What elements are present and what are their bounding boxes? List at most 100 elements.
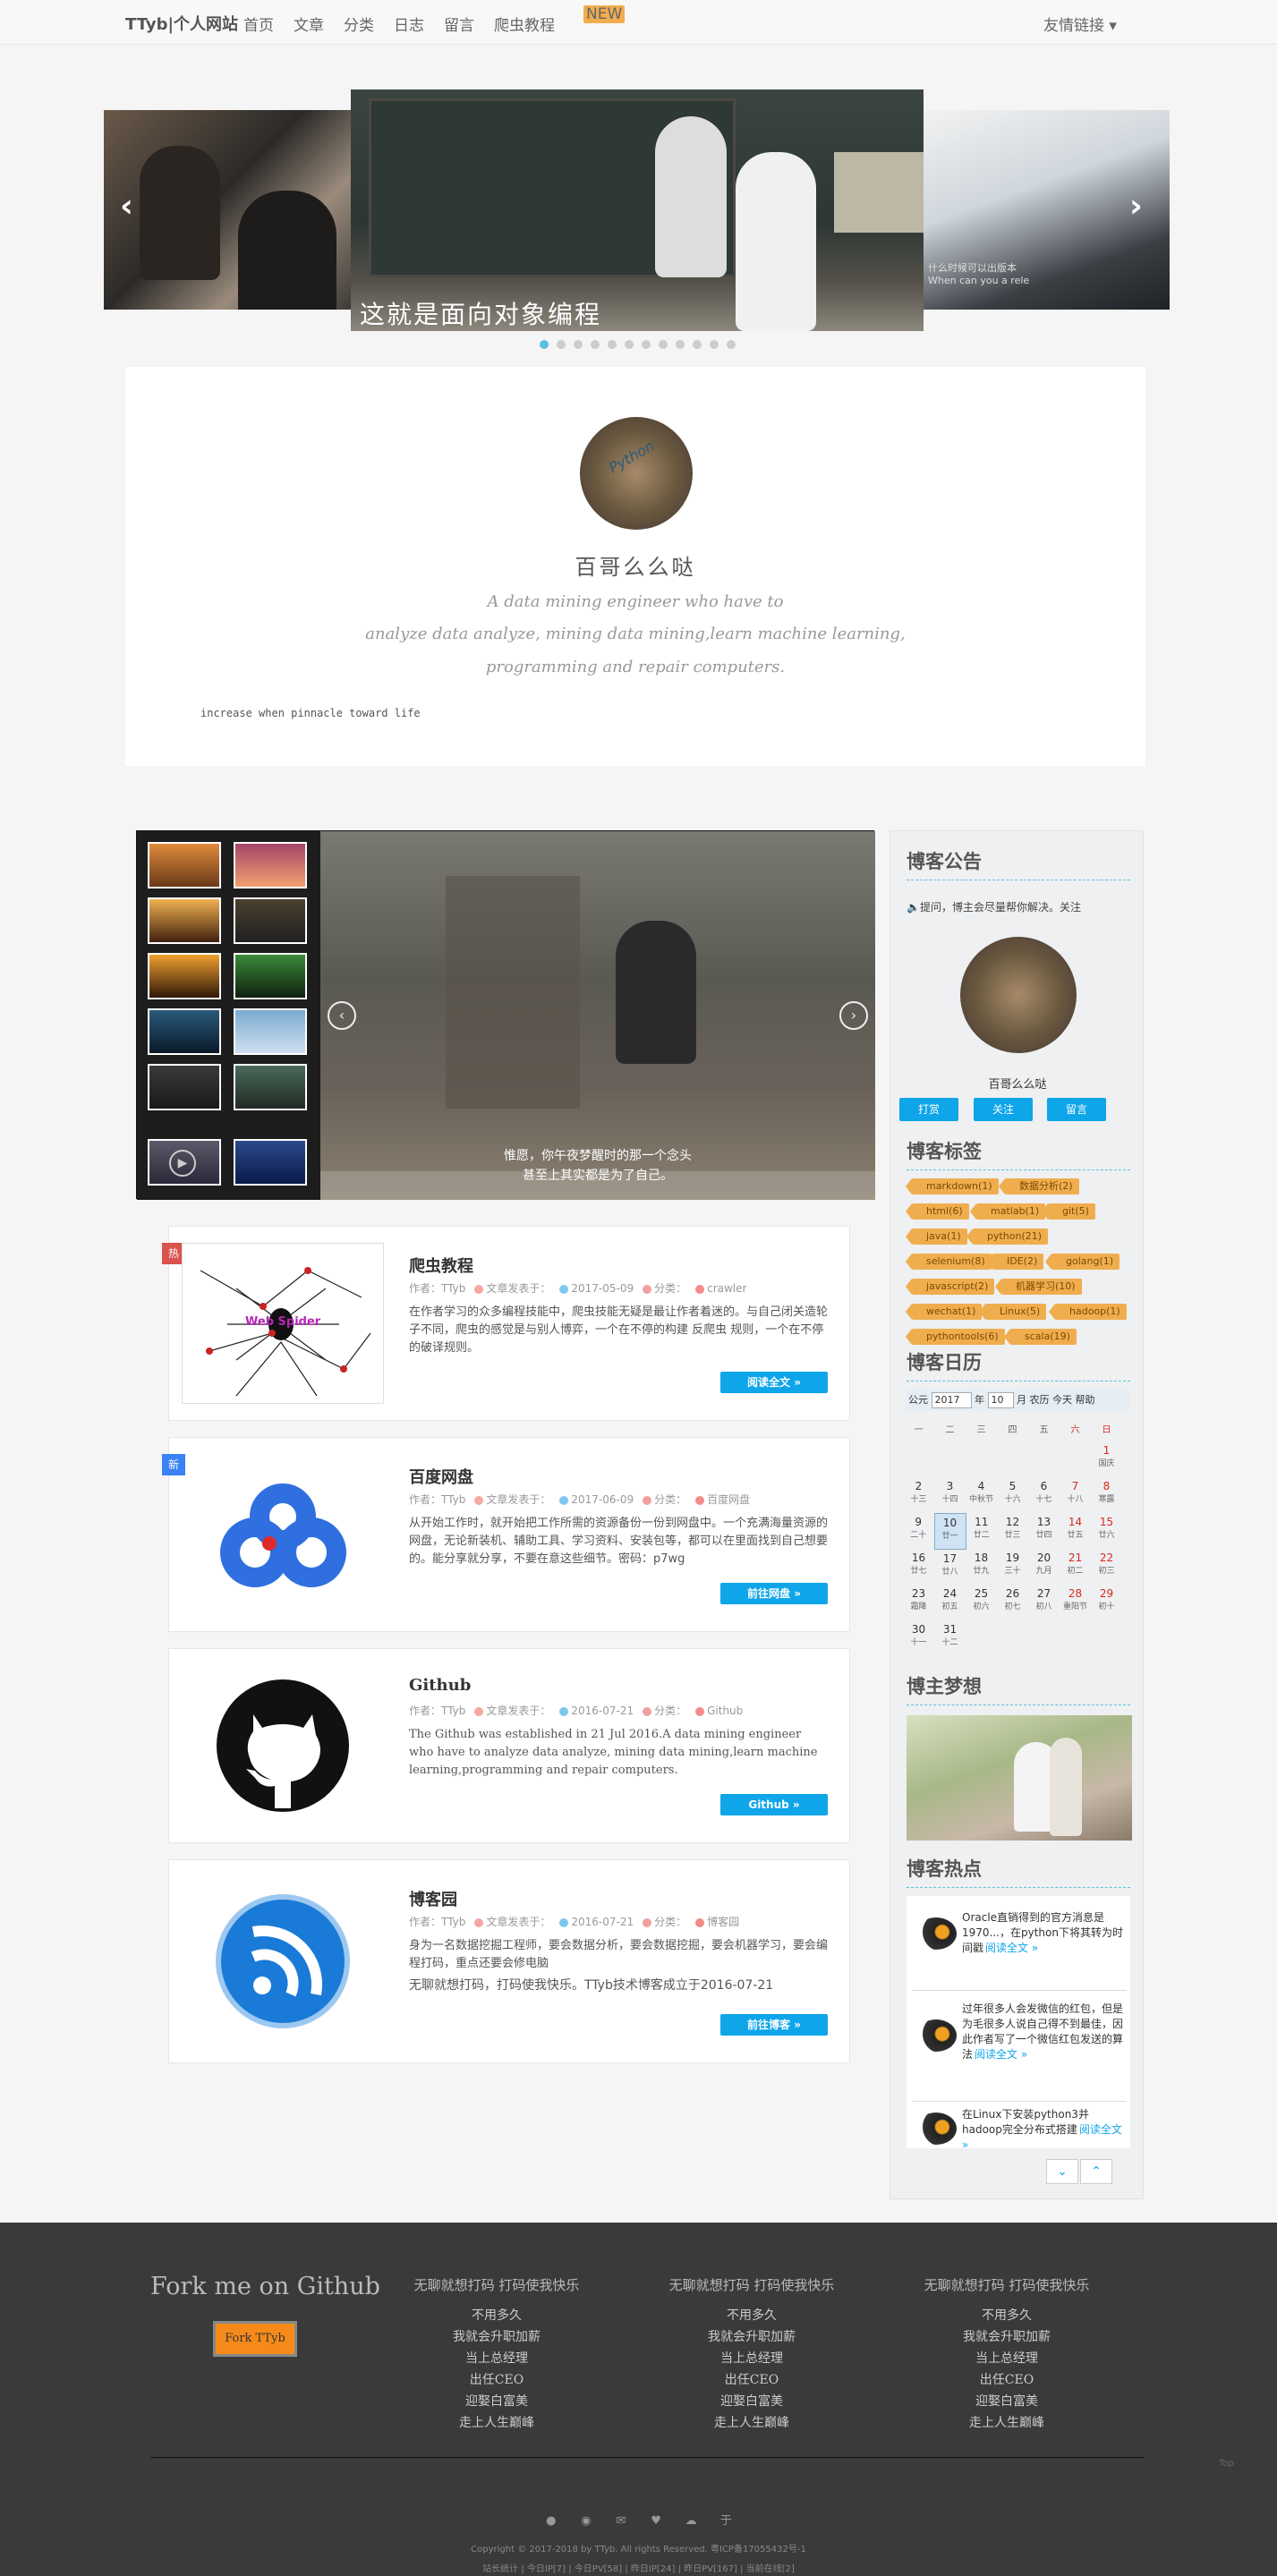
gallery-thumb[interactable] — [234, 897, 307, 944]
post-category[interactable]: Github — [707, 1705, 743, 1717]
calendar-day[interactable]: 12 廿三 — [997, 1513, 1028, 1549]
go-blog-button[interactable]: 前往博客 » — [720, 2014, 828, 2036]
tag-item[interactable]: wechat(1) — [905, 1304, 983, 1320]
post-author[interactable]: TTyb — [441, 1493, 465, 1506]
hot-read-more[interactable]: 阅读全文 » — [975, 2048, 1027, 2061]
fork-button[interactable]: Fork TTyb — [213, 2321, 297, 2357]
tag-item[interactable]: 数据分析(2) — [999, 1178, 1079, 1194]
today-link[interactable]: 今天 — [1052, 1394, 1072, 1406]
hot-item[interactable]: Oracle直销得到的官方消息是1970...，在python下将其转为时间戳阅… — [912, 1905, 1127, 1991]
gallery-thumb[interactable] — [148, 842, 221, 888]
gallery-thumb[interactable] — [148, 1008, 221, 1055]
hot-item[interactable]: 过年很多人会发微信的红包，但是为毛很多人说自己得不到最佳，因此作者写了一个微信红… — [912, 1998, 1127, 2102]
post-title[interactable]: 博客园 — [409, 1887, 457, 1910]
scroll-down-button[interactable]: ⌄ — [1046, 2159, 1078, 2184]
scroll-up-button[interactable]: ⌃ — [1080, 2159, 1112, 2184]
calendar-day[interactable]: 29 初十 — [1091, 1585, 1122, 1620]
donate-button[interactable]: 打赏 — [899, 1098, 958, 1121]
carousel-dot[interactable] — [642, 340, 651, 349]
calendar-day[interactable]: 5 十六 — [997, 1477, 1028, 1513]
calendar-day[interactable]: 11 廿二 — [966, 1513, 997, 1549]
calendar-day[interactable]: 23 霜降 — [903, 1585, 934, 1620]
tag-item[interactable]: matlab(1) — [969, 1203, 1046, 1220]
carousel-dot[interactable] — [608, 340, 617, 349]
gallery-thumb[interactable] — [234, 1008, 307, 1055]
calendar-day[interactable]: 27 初八 — [1028, 1585, 1060, 1620]
post-author[interactable]: TTyb — [441, 1705, 465, 1717]
wechat-icon[interactable]: ● — [543, 2514, 559, 2528]
post-author[interactable]: TTyb — [441, 1282, 465, 1295]
gallery-thumb[interactable] — [234, 1064, 307, 1110]
carousel-dot[interactable] — [659, 340, 668, 349]
post-category[interactable]: 百度网盘 — [707, 1493, 750, 1506]
gallery-thumb[interactable] — [234, 953, 307, 999]
friend-links-dropdown[interactable]: 友情链接 ▾ — [1043, 13, 1117, 35]
calendar-day[interactable]: 14 廿五 — [1060, 1513, 1091, 1549]
github-icon[interactable]: ◉ — [578, 2514, 594, 2528]
baidu-cloud-icon[interactable] — [182, 1454, 384, 1615]
carousel-dot[interactable] — [710, 340, 719, 349]
cloud-icon[interactable]: ☁ — [683, 2514, 699, 2528]
post-thumbnail[interactable]: Web Spider — [182, 1243, 384, 1404]
calendar-day[interactable]: 24 初五 — [934, 1585, 966, 1620]
tag-item[interactable]: Linux(5) — [978, 1304, 1047, 1320]
calendar-day[interactable]: 2 十三 — [903, 1477, 934, 1513]
calendar-day[interactable]: 13 廿四 — [1028, 1513, 1060, 1549]
calendar-day[interactable]: 4 中秋节 — [966, 1477, 997, 1513]
nav-logs[interactable]: 日志 — [394, 13, 424, 35]
tag-item[interactable]: python(21) — [966, 1228, 1049, 1245]
hot-item[interactable]: 在Linux下安装python3并hadoop完全分布式搭建 阅读全文 » — [912, 2107, 1127, 2161]
nav-crawler[interactable]: 爬虫教程 NEW — [494, 5, 635, 35]
carousel-main-slide[interactable]: 这就是面向对象编程 — [351, 89, 924, 331]
year-select[interactable]: 2017 — [931, 1392, 972, 1408]
nav-messages[interactable]: 留言 — [444, 13, 474, 35]
carousel-dot[interactable] — [727, 340, 736, 349]
gallery-prev-icon[interactable]: ‹ — [328, 1001, 356, 1030]
go-netdisk-button[interactable]: 前往网盘 » — [720, 1583, 828, 1604]
read-more-button[interactable]: 阅读全文 » — [720, 1372, 828, 1393]
message-button[interactable]: 留言 — [1047, 1098, 1106, 1121]
calendar-day[interactable]: 6 十七 — [1028, 1477, 1060, 1513]
post-title[interactable]: 百度网盘 — [409, 1465, 473, 1488]
github-icon[interactable] — [182, 1665, 384, 1826]
post-title[interactable]: Github — [409, 1676, 471, 1695]
calendar-day[interactable]: 26 初七 — [997, 1585, 1028, 1620]
tag-item[interactable]: 机器学习(10) — [995, 1279, 1082, 1295]
tag-item[interactable]: html(6) — [906, 1203, 969, 1220]
post-category[interactable]: 博客园 — [707, 1916, 739, 1928]
calendar-day[interactable]: 17 廿八 — [934, 1549, 966, 1585]
post-category[interactable]: crawler — [707, 1282, 746, 1295]
github-button[interactable]: Github » — [720, 1794, 828, 1815]
gallery-play-icon[interactable]: ▶ — [169, 1150, 196, 1177]
calendar-day[interactable]: 28 重阳节 — [1060, 1585, 1091, 1620]
calendar-day[interactable]: 19 三十 — [997, 1549, 1028, 1585]
hot-read-more[interactable]: 阅读全文 » — [985, 1942, 1038, 1954]
calendar-day[interactable]: 21 初二 — [1060, 1549, 1091, 1585]
calendar-day[interactable]: 15 廿六 — [1091, 1513, 1122, 1549]
rss-icon[interactable] — [182, 1876, 384, 2046]
calendar-day[interactable]: 31 十二 — [934, 1620, 966, 1656]
calendar-day[interactable]: 22 初三 — [1091, 1549, 1122, 1585]
gallery-next-icon[interactable]: › — [839, 1001, 868, 1030]
gallery-thumb[interactable] — [148, 953, 221, 999]
tag-item[interactable]: IDE(2) — [985, 1254, 1044, 1270]
calendar-day[interactable]: 9 二十 — [903, 1513, 934, 1549]
nav-articles[interactable]: 文章 — [294, 13, 324, 35]
tag-item[interactable]: git(5) — [1042, 1203, 1095, 1220]
nav-home[interactable]: 首页 — [243, 13, 274, 35]
gallery-thumb[interactable] — [148, 1064, 221, 1110]
calendar-day[interactable]: 1 国庆 — [1091, 1441, 1122, 1477]
mail-icon[interactable]: ✉ — [613, 2514, 629, 2528]
calendar-day[interactable]: 18 廿九 — [966, 1549, 997, 1585]
brand-link[interactable]: TTyb|个人网站 — [125, 12, 238, 35]
carousel-dot[interactable] — [625, 340, 634, 349]
carousel-dot[interactable] — [676, 340, 685, 349]
calendar-day[interactable]: 8 寒露 — [1091, 1477, 1122, 1513]
calendar-day[interactable]: 30 十一 — [903, 1620, 934, 1656]
carousel-dot[interactable] — [693, 340, 702, 349]
follow-button[interactable]: 关注 — [974, 1098, 1033, 1121]
calendar-day[interactable]: 20 九月 — [1028, 1549, 1060, 1585]
gallery-thumb[interactable] — [234, 842, 307, 888]
tag-item[interactable]: selenium(8) — [906, 1254, 992, 1270]
nav-categories[interactable]: 分类 — [344, 13, 374, 35]
